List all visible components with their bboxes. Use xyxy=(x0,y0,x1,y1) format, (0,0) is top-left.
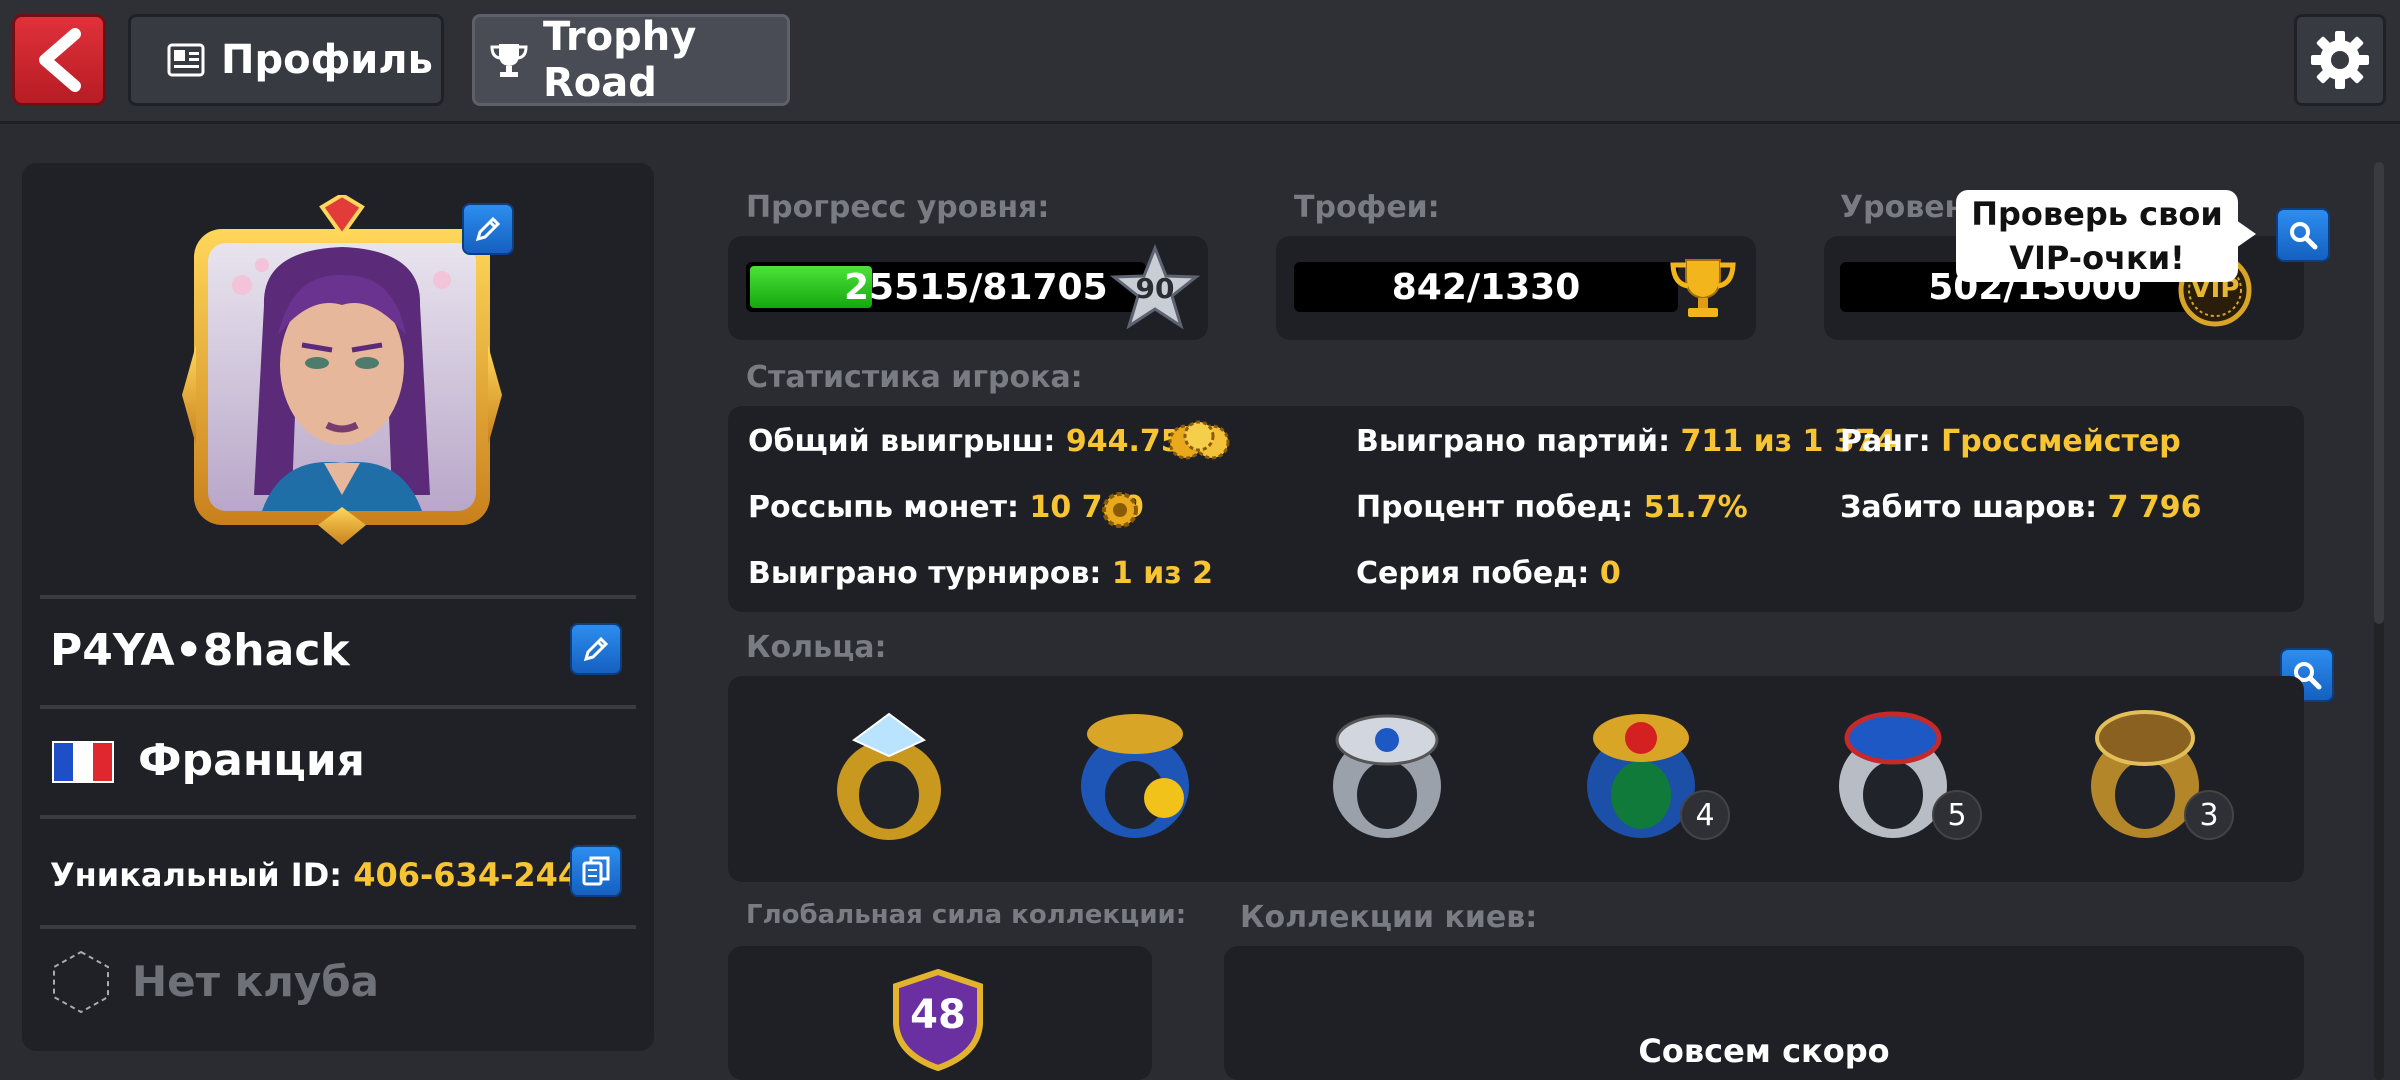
ring-count-badge: 5 xyxy=(1932,790,1982,840)
stat-tournaments-won: Выиграно турниров: 1 из 2 xyxy=(748,556,1213,591)
stat-win-streak-value: 0 xyxy=(1599,556,1621,591)
club-hexagon-icon xyxy=(53,950,109,1014)
back-arrow-icon xyxy=(39,28,81,92)
stat-games-won-label: Выиграно партий: xyxy=(1356,424,1671,459)
player-stats-label: Статистика игрока: xyxy=(746,360,1083,395)
tab-profile[interactable]: Профиль xyxy=(128,14,444,106)
top-bar: Профиль Trophy Road xyxy=(0,0,2400,124)
coins-stack-icon xyxy=(1168,420,1230,460)
streak-ring-icon[interactable] xyxy=(1060,700,1210,850)
stat-rank-label: Ранг: xyxy=(1840,424,1931,459)
vip-search-button[interactable] xyxy=(2276,208,2330,262)
trophy-icon xyxy=(1670,259,1736,317)
divider xyxy=(40,595,636,599)
vip-tooltip[interactable]: Проверь свои VIP-очки! xyxy=(1956,190,2256,282)
search-icon xyxy=(2290,222,2318,250)
tab-trophy-road-label: Trophy Road xyxy=(543,14,697,106)
country-name: Франция xyxy=(138,735,365,786)
pencil-icon xyxy=(475,216,501,242)
unique-id-label: Уникальный ID: xyxy=(50,856,343,894)
heist-ring-icon[interactable] xyxy=(814,700,964,850)
vip-tooltip-line1: Проверь свои xyxy=(1971,195,2223,233)
stat-rank-value: Гроссмейстер xyxy=(1941,424,2181,459)
stat-tournaments-label: Выиграно турниров: xyxy=(748,556,1102,591)
france-flag-icon xyxy=(52,741,114,783)
divider xyxy=(40,705,636,709)
trophies-bar: 842/1330 xyxy=(1294,262,1678,312)
collection-power-label: Глобальная сила коллекции: xyxy=(746,900,1187,930)
profile-panel: P4YA•8hack Франция Уникальный ID: 406-63… xyxy=(22,163,654,1051)
stat-balls-potted: Забито шаров: 7 796 xyxy=(1840,490,2202,525)
stat-total-winnings: Общий выигрыш: 944.75M xyxy=(748,424,1211,459)
master-moscow-ring-icon[interactable] xyxy=(1312,700,1462,850)
coin-icon xyxy=(1102,492,1138,528)
stat-coin-scatter-label: Россыпь монет: xyxy=(748,490,1020,525)
settings-button[interactable] xyxy=(2294,14,2386,106)
divider xyxy=(40,925,636,929)
stat-tournaments-value: 1 из 2 xyxy=(1111,556,1213,591)
scrollbar-thumb[interactable] xyxy=(2374,162,2384,624)
gear-icon xyxy=(2311,31,2369,89)
copy-id-button[interactable] xyxy=(570,845,622,897)
tab-trophy-road[interactable]: Trophy Road xyxy=(472,14,790,106)
stat-win-percentage-value: 51.7% xyxy=(1643,490,1748,525)
copy-icon xyxy=(582,856,610,886)
ring-count-badge: 3 xyxy=(2184,790,2234,840)
avatar[interactable] xyxy=(172,192,512,555)
stat-win-percentage-label: Процент побед: xyxy=(1356,490,1634,525)
trophies-label: Трофеи: xyxy=(1294,190,1440,225)
trophy-icon xyxy=(489,40,529,80)
divider xyxy=(40,815,636,819)
stat-games-won: Выиграно партий: 711 из 1 374 xyxy=(1356,424,1896,459)
pencil-icon xyxy=(583,636,609,662)
stat-balls-potted-label: Забито шаров: xyxy=(1840,490,2098,525)
edit-username-button[interactable] xyxy=(570,623,622,675)
stat-coin-scatter: Россыпь монет: 10 749 xyxy=(748,490,1144,525)
level-progress-label: Прогресс уровня: xyxy=(746,190,1050,225)
cue-collections-status: Совсем скоро xyxy=(1638,1032,1890,1070)
back-button[interactable] xyxy=(12,14,106,106)
cue-collections-label: Коллекции киев: xyxy=(1240,900,1538,935)
stat-total-winnings-label: Общий выигрыш: xyxy=(748,424,1056,459)
username: P4YA•8hack xyxy=(50,625,350,676)
vip-tooltip-line2: VIP-очки! xyxy=(2009,239,2185,277)
collection-power-value: 48 xyxy=(910,992,966,1038)
tab-profile-label: Профиль xyxy=(221,37,433,83)
level-star-badge: 90 xyxy=(1109,243,1201,332)
rings-label: Кольца: xyxy=(746,630,887,665)
rings-card xyxy=(728,676,2304,882)
club-status[interactable]: Нет клуба xyxy=(132,957,379,1006)
level-number: 90 xyxy=(1135,272,1175,305)
level-progress-bar: 25515/81705 xyxy=(746,262,1146,312)
edit-avatar-button[interactable] xyxy=(462,203,514,255)
profile-card-icon xyxy=(167,40,207,80)
stat-win-streak: Серия побед: 0 xyxy=(1356,556,1621,591)
stat-rank: Ранг: Гроссмейстер xyxy=(1840,424,2181,459)
collection-power-badge[interactable]: 48 xyxy=(890,968,986,1072)
unique-id-row: Уникальный ID: 406-634-244-5 xyxy=(50,856,616,894)
stat-win-percentage: Процент побед: 51.7% xyxy=(1356,490,1748,525)
stat-balls-potted-value: 7 796 xyxy=(2107,490,2202,525)
stat-win-streak-label: Серия побед: xyxy=(1356,556,1590,591)
level-progress-value: 25515/81705 xyxy=(844,266,1108,308)
trophies-value: 842/1330 xyxy=(1391,266,1581,308)
ring-count-badge: 4 xyxy=(1680,790,1730,840)
vip-level-label: Уровен xyxy=(1840,190,1966,225)
